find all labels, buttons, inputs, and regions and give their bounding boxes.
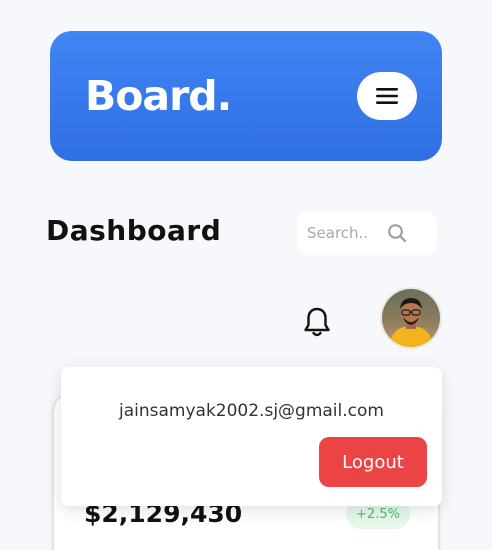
user-email: jainsamyak2002.sj@gmail.com bbox=[119, 401, 384, 421]
user-avatar[interactable] bbox=[380, 287, 442, 349]
profile-popup: jainsamyak2002.sj@gmail.com Logout bbox=[61, 367, 442, 506]
hamburger-menu-icon bbox=[376, 88, 398, 104]
page-title: Dashboard bbox=[46, 214, 222, 247]
logout-button[interactable]: Logout bbox=[319, 437, 427, 487]
brand-logo: Board. bbox=[85, 72, 232, 120]
search-box bbox=[297, 211, 437, 255]
search-input[interactable] bbox=[307, 224, 379, 242]
notifications-button[interactable] bbox=[303, 306, 331, 338]
menu-button[interactable] bbox=[357, 72, 417, 120]
app-header: Board. bbox=[50, 31, 442, 161]
bell-icon bbox=[304, 307, 330, 337]
search-icon[interactable] bbox=[387, 223, 407, 243]
